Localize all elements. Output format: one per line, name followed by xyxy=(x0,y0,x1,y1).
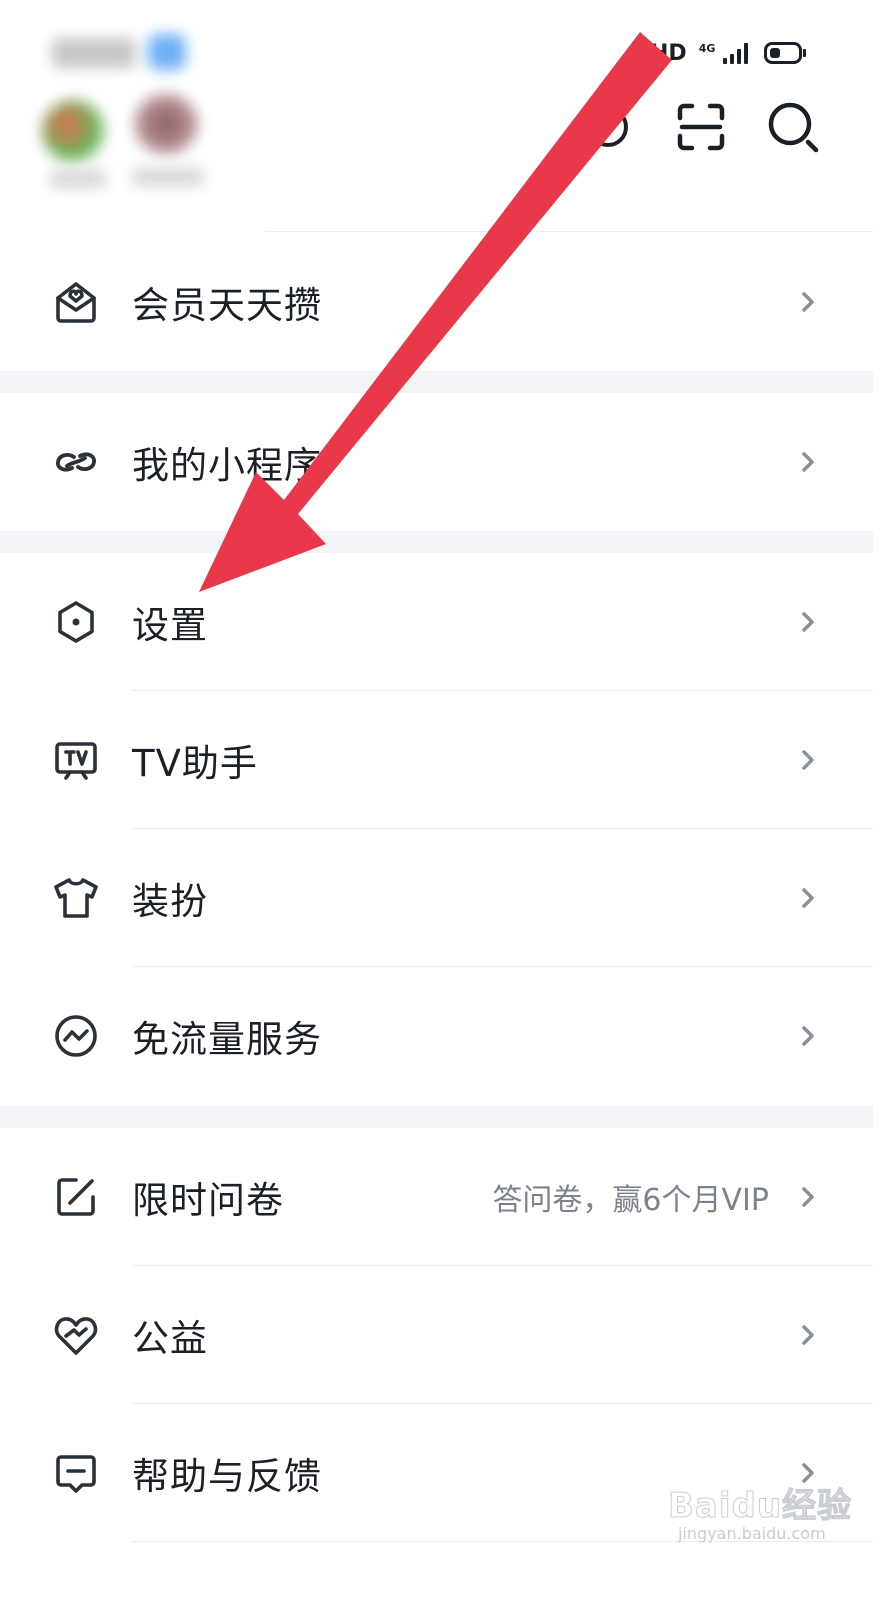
blurred-avatar[interactable] xyxy=(42,100,104,162)
blurred-username xyxy=(52,38,136,68)
chevron-right-icon xyxy=(802,1325,814,1345)
survey-edit-icon xyxy=(57,1178,95,1216)
menu-item-label: TV助手 xyxy=(132,742,258,785)
menu-item-label: 免流量服务 xyxy=(132,1018,322,1061)
menu-item-label: 装扮 xyxy=(132,880,208,923)
chevron-right-icon xyxy=(802,750,814,770)
blurred-caption xyxy=(50,170,106,188)
status-bar: HD 4G xyxy=(650,36,840,70)
section-separator xyxy=(0,1106,873,1128)
menu-item-mini-programs[interactable]: 我的小程序 xyxy=(0,393,873,531)
tshirt-icon xyxy=(54,878,98,918)
menu-item-survey[interactable]: 限时问卷 答问卷，赢6个月VIP xyxy=(0,1128,873,1266)
chevron-right-icon xyxy=(802,612,814,632)
menu-item-label: 限时问卷 xyxy=(132,1179,284,1222)
chevron-right-icon xyxy=(802,1187,814,1207)
partial-header-icon[interactable] xyxy=(578,98,636,156)
chevron-right-icon xyxy=(802,1026,814,1046)
chevron-right-icon xyxy=(802,292,814,312)
menu-item-label: 设置 xyxy=(132,604,208,647)
battery-icon xyxy=(764,42,807,64)
survey-promo-text: 答问卷，赢6个月VIP xyxy=(492,1183,769,1218)
menu-item-data-free-service[interactable]: 免流量服务 xyxy=(0,967,873,1105)
data-saver-icon xyxy=(55,1015,97,1057)
watermark-url: jingyan.baidu.com xyxy=(678,1524,826,1543)
menu-item-label: 帮助与反馈 xyxy=(132,1455,322,1498)
chevron-right-icon xyxy=(802,888,814,908)
menu-item-settings[interactable]: 设置 xyxy=(0,553,873,691)
scan-icon[interactable] xyxy=(672,98,730,156)
network-generation: 4G xyxy=(698,41,716,55)
blurred-avatar-secondary[interactable] xyxy=(134,94,198,154)
tv-icon xyxy=(55,742,97,780)
watermark-logo-text: Baidu经验 xyxy=(667,1486,853,1527)
menu-item-label: 我的小程序 xyxy=(132,444,322,487)
menu-item-tv-assistant[interactable]: TV助手 xyxy=(0,691,873,829)
heart-icon xyxy=(54,1317,98,1355)
feedback-icon xyxy=(56,1455,96,1493)
mini-program-icon xyxy=(56,452,96,472)
header-divider xyxy=(265,231,873,232)
chevron-right-icon xyxy=(802,452,814,472)
baidu-jingyan-watermark: Baidu经验 jingyan.baidu.com xyxy=(667,1478,868,1558)
menu-item-label: 公益 xyxy=(132,1317,208,1360)
settings-icon xyxy=(58,601,94,643)
section-separator xyxy=(0,531,873,553)
menu-item-dress-up[interactable]: 装扮 xyxy=(0,829,873,967)
menu-item-member-rewards[interactable]: 会员天天攒 xyxy=(0,233,873,371)
section-separator xyxy=(0,371,873,393)
signal-icon xyxy=(723,42,749,64)
search-icon[interactable] xyxy=(764,98,822,156)
reward-icon xyxy=(56,282,96,323)
blurred-vip-badge xyxy=(148,34,186,70)
blurred-caption-secondary xyxy=(132,168,204,186)
network-type: HD xyxy=(650,40,687,66)
menu-item-label: 会员天天攒 xyxy=(132,284,322,327)
menu-item-charity[interactable]: 公益 xyxy=(0,1266,873,1404)
